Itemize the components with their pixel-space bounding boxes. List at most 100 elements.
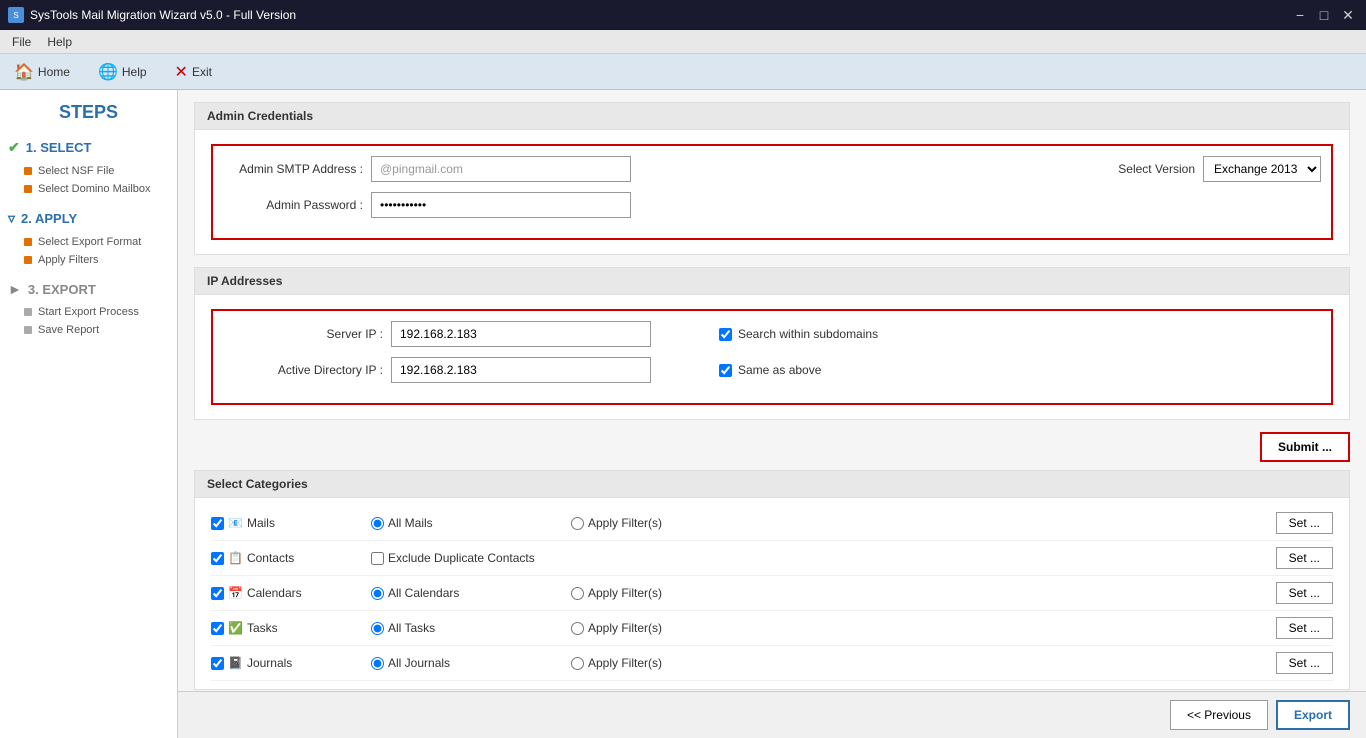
step-dot-1 [24,167,32,175]
minimize-button[interactable]: − [1290,5,1310,25]
version-group: Select Version Exchange 2007 Exchange 20… [1118,156,1321,182]
same-as-above-checkbox[interactable] [719,364,732,377]
calendars-all-radio[interactable] [371,587,384,600]
nav-home[interactable]: 🏠 Home [8,60,76,84]
previous-button[interactable]: << Previous [1170,700,1268,730]
journals-checkbox[interactable] [211,657,224,670]
ip-addresses-red-box: Server IP : Search within subdomains Act… [211,309,1333,405]
smtp-input[interactable] [371,156,631,182]
sidebar-item-export-format[interactable]: Select Export Format [8,233,169,251]
tasks-checkbox[interactable] [211,622,224,635]
tasks-set-button[interactable]: Set ... [1276,617,1333,639]
tasks-icon: ✅ [228,621,243,635]
maximize-button[interactable]: □ [1314,5,1334,25]
version-select[interactable]: Exchange 2007 Exchange 2010 Exchange 201… [1203,156,1321,182]
password-row: Admin Password : [223,192,1321,218]
sidebar: STEPS ✔ 1. SELECT Select NSF File Select… [0,90,178,738]
menu-file[interactable]: File [4,33,39,51]
help-icon: 🌐 [98,62,118,82]
smtp-label: Admin SMTP Address : [223,162,363,176]
active-dir-label: Active Directory IP : [223,363,383,377]
mails-radio-group: All Mails [371,516,571,530]
sidebar-item-save-report[interactable]: Save Report [8,321,169,339]
same-as-above-label: Same as above [738,363,821,377]
sidebar-item-apply-filters[interactable]: Apply Filters [8,251,169,269]
journals-filter-label: Apply Filter(s) [588,656,662,670]
exclude-duplicates-label: Exclude Duplicate Contacts [388,551,535,565]
active-dir-row: Active Directory IP : Same as above [223,357,1321,383]
nav-home-label: Home [38,65,70,79]
category-row-mails: 📧 Mails All Mails Apply Filter(s) [211,506,1333,541]
tasks-filter-radio[interactable] [571,622,584,635]
category-row-journals: 📓 Journals All Journals Apply Filter(s) [211,646,1333,681]
step-3-arrow-icon: ► [8,281,22,297]
contacts-label: Contacts [247,551,294,565]
mails-filter-label: Apply Filter(s) [588,516,662,530]
step-3-label: 3. EXPORT [28,282,96,297]
mails-check-group: 📧 Mails [211,516,371,530]
step-dot-3 [24,238,32,246]
calendars-checkbox[interactable] [211,587,224,600]
export-button[interactable]: Export [1276,700,1350,730]
submit-button[interactable]: Submit ... [1260,432,1350,462]
title-bar: S SysTools Mail Migration Wizard v5.0 - … [0,0,1366,30]
same-as-above-group: Same as above [719,363,821,377]
contacts-option-group: Exclude Duplicate Contacts [371,551,571,565]
submit-area: Submit ... [194,432,1350,462]
sidebar-item-start-export[interactable]: Start Export Process [8,303,169,321]
mails-set-button[interactable]: Set ... [1276,512,1333,534]
version-label: Select Version [1118,162,1195,176]
server-ip-row: Server IP : Search within subdomains [223,321,1321,347]
contacts-checkbox[interactable] [211,552,224,565]
menu-bar: File Help [0,30,1366,54]
search-subdomains-checkbox[interactable] [719,328,732,341]
mails-all-radio[interactable] [371,517,384,530]
journals-icon: 📓 [228,656,243,670]
journals-check-group: 📓 Journals [211,656,371,670]
calendars-set-button[interactable]: Set ... [1276,582,1333,604]
menu-help[interactable]: Help [39,33,80,51]
server-ip-input[interactable] [391,321,651,347]
categories-section: Select Categories 📧 Mails All Mails [194,470,1350,690]
nav-help[interactable]: 🌐 Help [92,60,153,84]
categories-header: Select Categories [195,471,1349,498]
search-subdomains-group: Search within subdomains [719,327,878,341]
journals-filter-radio[interactable] [571,657,584,670]
admin-credentials-red-box: Admin SMTP Address : Select Version Exch… [211,144,1333,240]
category-row-tasks: ✅ Tasks All Tasks Apply Filter(s) [211,611,1333,646]
step-3-section: ► 3. EXPORT Start Export Process Save Re… [8,281,169,339]
journals-set-button[interactable]: Set ... [1276,652,1333,674]
sidebar-item-select-nsf[interactable]: Select NSF File [8,162,169,180]
mails-filter-radio[interactable] [571,517,584,530]
calendars-check-group: 📅 Calendars [211,586,371,600]
step-2-label: 2. APPLY [21,211,77,226]
nav-exit-label: Exit [192,65,212,79]
tasks-label: Tasks [247,621,278,635]
contacts-icon: 📋 [228,551,243,565]
category-row-contacts: 📋 Contacts Exclude Duplicate Contacts Se… [211,541,1333,576]
close-button[interactable]: ✕ [1338,5,1358,25]
ip-addresses-header: IP Addresses [195,268,1349,295]
active-dir-input[interactable] [391,357,651,383]
exclude-duplicates-checkbox[interactable] [371,552,384,565]
smtp-row: Admin SMTP Address : Select Version Exch… [223,156,1321,182]
password-input[interactable] [371,192,631,218]
tasks-check-group: ✅ Tasks [211,621,371,635]
sidebar-item-select-domino[interactable]: Select Domino Mailbox [8,180,169,198]
journals-all-radio[interactable] [371,657,384,670]
calendars-icon: 📅 [228,586,243,600]
tasks-radio-group: All Tasks [371,621,571,635]
contacts-check-group: 📋 Contacts [211,551,371,565]
contacts-set-button[interactable]: Set ... [1276,547,1333,569]
server-ip-label: Server IP : [223,327,383,341]
calendars-filter-radio[interactable] [571,587,584,600]
mails-checkbox[interactable] [211,517,224,530]
step-dot-6 [24,326,32,334]
calendars-label: Calendars [247,586,302,600]
mails-icon: 📧 [228,516,243,530]
tasks-all-radio[interactable] [371,622,384,635]
bottom-bar: << Previous Export [178,691,1366,738]
nav-exit[interactable]: ✕ Exit [169,60,218,84]
home-icon: 🏠 [14,62,34,82]
journals-filter-group: Apply Filter(s) [571,656,731,670]
